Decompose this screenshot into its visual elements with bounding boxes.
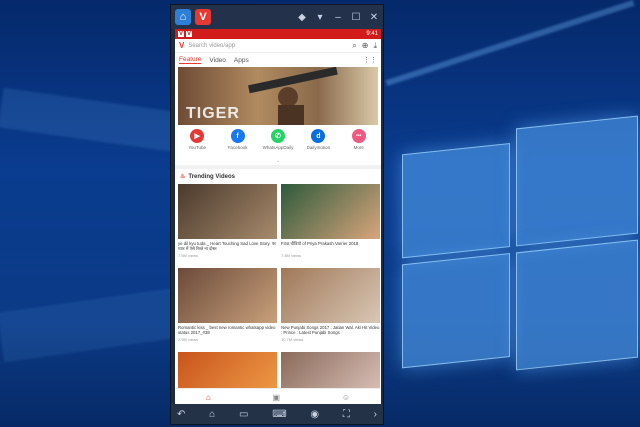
back-icon[interactable]: ↶: [177, 409, 185, 420]
recents-icon[interactable]: ▭: [239, 409, 248, 420]
app-logo: V: [179, 41, 185, 50]
shortcut-youtube[interactable]: ▶ YouTube: [178, 129, 216, 159]
nav-me[interactable]: ☺: [341, 392, 351, 402]
video-card[interactable]: First वीडियो of Priya Prakash Varrier 20…: [281, 184, 380, 264]
nav-home[interactable]: ⌂: [205, 392, 211, 402]
emulator-window: ⌂ V ◆ ▾ – ☐ ✕ V V 9:41 V Search video/ap…: [170, 4, 384, 425]
tab-bar: Feature Video Apps ⋮⋮: [175, 53, 381, 67]
v-app-icon[interactable]: V: [195, 9, 211, 25]
windows-logo: [402, 115, 638, 389]
video-grid: ye dil kyu tuda _ Heart Touching Sad Lov…: [175, 184, 381, 406]
video-card[interactable]: Romantic kiss _ best new romantic whatsa…: [178, 268, 277, 348]
trending-header: ♨ Trending Videos: [175, 165, 381, 184]
video-views: 7.5M views: [178, 253, 199, 258]
home-icon[interactable]: ⌂: [175, 9, 191, 25]
keyboard-icon[interactable]: ⌨: [272, 409, 286, 420]
notification-icon: V: [178, 31, 185, 37]
more-icon: •••: [351, 129, 366, 143]
video-card[interactable]: New Punjabi Songs 2017 : Jatian Wal. Aki…: [281, 268, 380, 348]
dailymotion-icon: d: [311, 129, 326, 143]
app-bar: V Search video/app ⌕ ⊕ ⤓: [175, 39, 381, 53]
featured-banner[interactable]: TIGER: [178, 67, 378, 125]
globe-icon[interactable]: ⊕: [362, 41, 369, 50]
whatsapp-icon: ✆: [270, 129, 285, 143]
tab-apps[interactable]: Apps: [234, 57, 249, 64]
video-thumbnail: [178, 184, 277, 239]
nav-trending[interactable]: ▣: [272, 392, 281, 402]
status-bar: V V 9:41: [175, 29, 381, 39]
close-icon[interactable]: ✕: [365, 12, 383, 23]
shortcut-row: ▶ YouTube f Facebook ✆ WhatsAppDaily d D…: [175, 125, 381, 159]
video-views: 7.8M views: [281, 253, 302, 258]
maximize-icon[interactable]: ☐: [347, 12, 365, 23]
video-title: First वीडियो of Priya Prakash Varrier 20…: [281, 241, 359, 246]
youtube-icon: ▶: [190, 129, 205, 143]
video-thumbnail: [178, 268, 277, 323]
emulator-titlebar: ⌂ V ◆ ▾ – ☐ ✕: [171, 5, 383, 29]
profile-icon: ☺: [341, 392, 351, 402]
video-title: ye dil kyu tuda _ Heart Touching Sad Lov…: [178, 241, 276, 251]
home-icon[interactable]: ⌂: [209, 409, 215, 420]
search-input[interactable]: Search video/app: [188, 43, 352, 49]
shortcut-dailymotion[interactable]: d Dailymotion: [299, 129, 337, 159]
expand-icon[interactable]: ›: [374, 409, 377, 420]
eye-icon[interactable]: ◉: [310, 409, 319, 420]
search-icon[interactable]: ⌕: [352, 41, 356, 51]
pin-icon[interactable]: ◆: [293, 12, 311, 23]
fire-icon: ♨: [180, 174, 186, 180]
download-icon[interactable]: ⤓: [373, 41, 377, 51]
tab-feature[interactable]: Feature: [179, 56, 202, 64]
fullscreen-icon[interactable]: ⛶: [343, 409, 350, 420]
light-beam: [385, 0, 635, 87]
notification-icon: V: [186, 31, 193, 37]
light-beam: [0, 287, 183, 363]
video-title: New Punjabi Songs 2017 : Jatian Wal. Aki…: [281, 325, 380, 335]
grid-menu-icon[interactable]: ⋮⋮: [363, 56, 377, 64]
video-views: 2.9M views: [178, 337, 199, 342]
shortcut-facebook[interactable]: f Facebook: [219, 129, 257, 159]
light-beam: [0, 87, 182, 153]
tab-video[interactable]: Video: [209, 57, 226, 64]
video-thumbnail: [281, 184, 380, 239]
video-views: 10.7M views: [281, 337, 304, 342]
emulator-bottom-bar: ↶ ⌂ ▭ ⌨ ◉ ⛶ ›: [171, 404, 383, 424]
video-card[interactable]: ye dil kyu tuda _ Heart Touching Sad Lov…: [178, 184, 277, 264]
status-time: 9:41: [366, 31, 378, 37]
minimize-icon[interactable]: –: [329, 12, 347, 23]
video-title: Romantic kiss _ best new romantic whatsa…: [178, 325, 276, 335]
banner-text: TIGER: [186, 105, 240, 122]
wifi-icon[interactable]: ▾: [311, 12, 329, 23]
android-screen: V V 9:41 V Search video/app ⌕ ⊕ ⤓ Featur…: [175, 29, 381, 406]
home-icon: ⌂: [205, 392, 211, 402]
shortcut-more[interactable]: ••• More: [340, 129, 378, 159]
facebook-icon: f: [230, 129, 245, 143]
trending-icon: ▣: [272, 392, 281, 402]
video-thumbnail: [281, 268, 380, 323]
shortcut-whatsapp[interactable]: ✆ WhatsAppDaily: [259, 129, 297, 159]
